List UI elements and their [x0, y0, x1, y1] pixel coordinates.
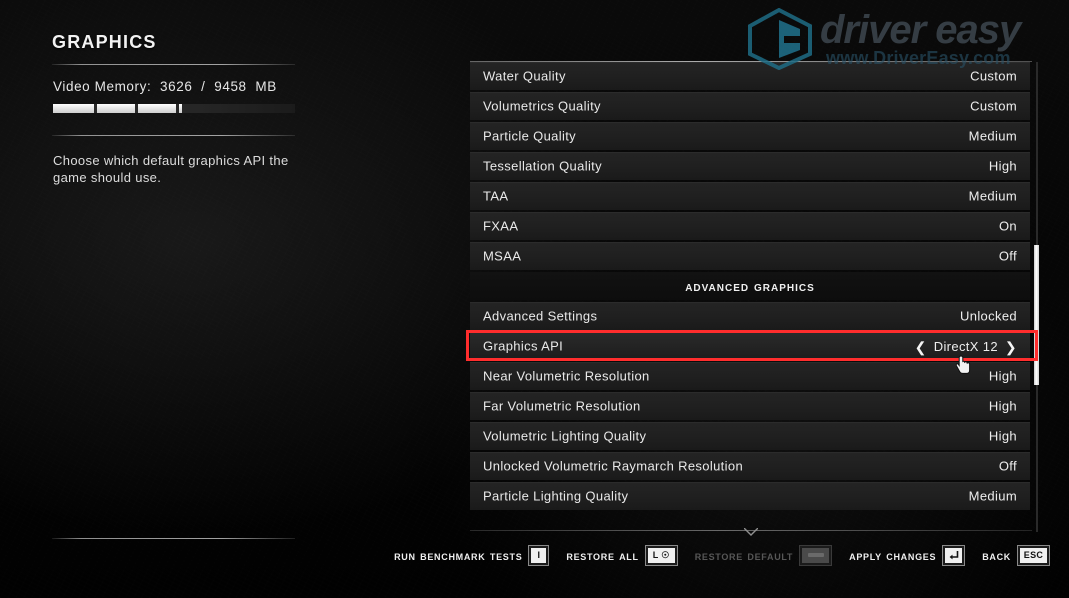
video-memory-bar: [53, 104, 295, 113]
video-memory-segment: [53, 104, 94, 113]
scroll-down-chevron-icon: [744, 528, 758, 536]
setting-row[interactable]: Advanced Settings Unlocked: [470, 302, 1030, 330]
prompt-label: Back: [982, 547, 1011, 563]
setting-row[interactable]: FXAA On: [470, 212, 1030, 240]
setting-row-label: Water Quality: [483, 68, 566, 84]
setting-row-value: Medium: [968, 488, 1017, 504]
setting-row-value: High: [988, 368, 1017, 384]
setting-row-label: Unlocked Volumetric Raymarch Resolution: [483, 458, 744, 474]
page-title: Graphics: [52, 26, 157, 54]
keycap-i[interactable]: I: [529, 545, 549, 565]
setting-row-value: On: [998, 218, 1017, 234]
prompt-restore-all[interactable]: Restore All L ☉: [566, 545, 677, 565]
prompt-back[interactable]: Back ESC: [982, 545, 1049, 565]
video-memory-segment: [97, 104, 135, 113]
setting-row-value[interactable]: ❮ DirectX 12 ❯: [915, 338, 1017, 354]
prompt-apply-changes[interactable]: Apply Changes: [849, 545, 965, 565]
title-divider: [52, 64, 295, 65]
video-memory-marker: [179, 104, 182, 113]
setting-row-value: Medium: [968, 128, 1017, 144]
setting-row-label: Near Volumetric Resolution: [483, 368, 650, 384]
setting-row-label: Volumetrics Quality: [483, 98, 601, 114]
keycap-l[interactable]: L ☉: [645, 545, 677, 565]
game-graphics-settings-screen: Graphics Video Memory: 3626 / 9458 MB Ch…: [0, 0, 1069, 598]
prompt-label: Restore All: [566, 547, 639, 563]
disabled-key-icon: [800, 545, 832, 565]
setting-row-label: FXAA: [483, 218, 519, 234]
setting-row-label: Tessellation Quality: [483, 158, 602, 174]
stepper-left-chevron-icon[interactable]: ❮: [915, 340, 927, 354]
setting-row-label: Particle Quality: [483, 128, 577, 144]
prompt-label: Apply Changes: [849, 547, 937, 563]
prompt-label: Restore Default: [694, 547, 794, 563]
setting-row[interactable]: MSAA Off: [470, 242, 1030, 270]
keycap-esc[interactable]: ESC: [1018, 545, 1049, 565]
setting-row-label: MSAA: [483, 248, 522, 264]
watermark-brand-text: driver easy: [820, 8, 1021, 52]
setting-row-value: Unlocked: [960, 308, 1017, 324]
setting-row-label: Advanced Settings: [483, 308, 598, 324]
setting-row[interactable]: Volumetric Lighting Quality High: [470, 422, 1030, 450]
setting-row-value: Off: [998, 458, 1017, 474]
bottom-prompt-bar: Run Benchmark Tests I Restore All L ☉ Restor…: [0, 532, 1069, 598]
setting-row-value: High: [988, 428, 1017, 444]
prompt-label: Run Benchmark Tests: [394, 547, 523, 563]
setting-row-value: High: [988, 158, 1017, 174]
setting-row[interactable]: Volumetrics Quality Custom: [470, 92, 1030, 120]
setting-row[interactable]: Particle Quality Medium: [470, 122, 1030, 150]
settings-list: Water Quality Custom Volumetrics Quality Cu…: [470, 62, 1030, 532]
setting-row-value: Custom: [970, 98, 1017, 114]
setting-row-label: Far Volumetric Resolution: [483, 398, 641, 414]
setting-row-label: Particle Lighting Quality: [483, 488, 629, 504]
setting-row[interactable]: Particle Lighting Quality Medium: [470, 482, 1030, 510]
setting-row[interactable]: Near Volumetric Resolution High: [470, 362, 1030, 390]
prompt-restore-default: Restore Default: [694, 545, 832, 565]
stepper-value: DirectX 12: [933, 339, 998, 355]
settings-scrollbar-thumb[interactable]: [1034, 245, 1039, 385]
settings-section-header: Advanced Graphics: [470, 272, 1030, 300]
setting-row[interactable]: Water Quality Custom: [470, 62, 1030, 90]
video-memory-segment: [138, 104, 176, 113]
section-header-label: Advanced Graphics: [685, 278, 815, 294]
left-info-panel: Graphics Video Memory: 3626 / 9458 MB Ch…: [0, 0, 470, 598]
setting-row-value: Off: [998, 248, 1017, 264]
setting-description: Choose which default graphics API the ga…: [53, 153, 289, 185]
setting-row[interactable]: TAA Medium: [470, 182, 1030, 210]
setting-row-label: Volumetric Lighting Quality: [483, 428, 647, 444]
setting-row[interactable]: Graphics API ❮ DirectX 12 ❯: [470, 332, 1030, 360]
setting-row-value: High: [988, 398, 1017, 414]
prompt-row: Run Benchmark Tests I Restore All L ☉ Restor…: [394, 540, 1069, 570]
setting-row[interactable]: Tessellation Quality High: [470, 152, 1030, 180]
setting-row-label: TAA: [483, 188, 509, 204]
setting-row[interactable]: Far Volumetric Resolution High: [470, 392, 1030, 420]
setting-row[interactable]: Unlocked Volumetric Raymarch Resolution O…: [470, 452, 1030, 480]
setting-row-value: Medium: [968, 188, 1017, 204]
setting-row-label: Graphics API: [483, 338, 564, 354]
memory-divider: [52, 135, 295, 136]
stepper-right-chevron-icon[interactable]: ❯: [1005, 340, 1017, 354]
setting-row-value: Custom: [970, 68, 1017, 84]
video-memory-label: Video Memory: 3626 / 9458 MB: [53, 79, 277, 94]
enter-key-icon[interactable]: [943, 545, 965, 565]
prompt-run-benchmark-tests[interactable]: Run Benchmark Tests I: [394, 545, 549, 565]
